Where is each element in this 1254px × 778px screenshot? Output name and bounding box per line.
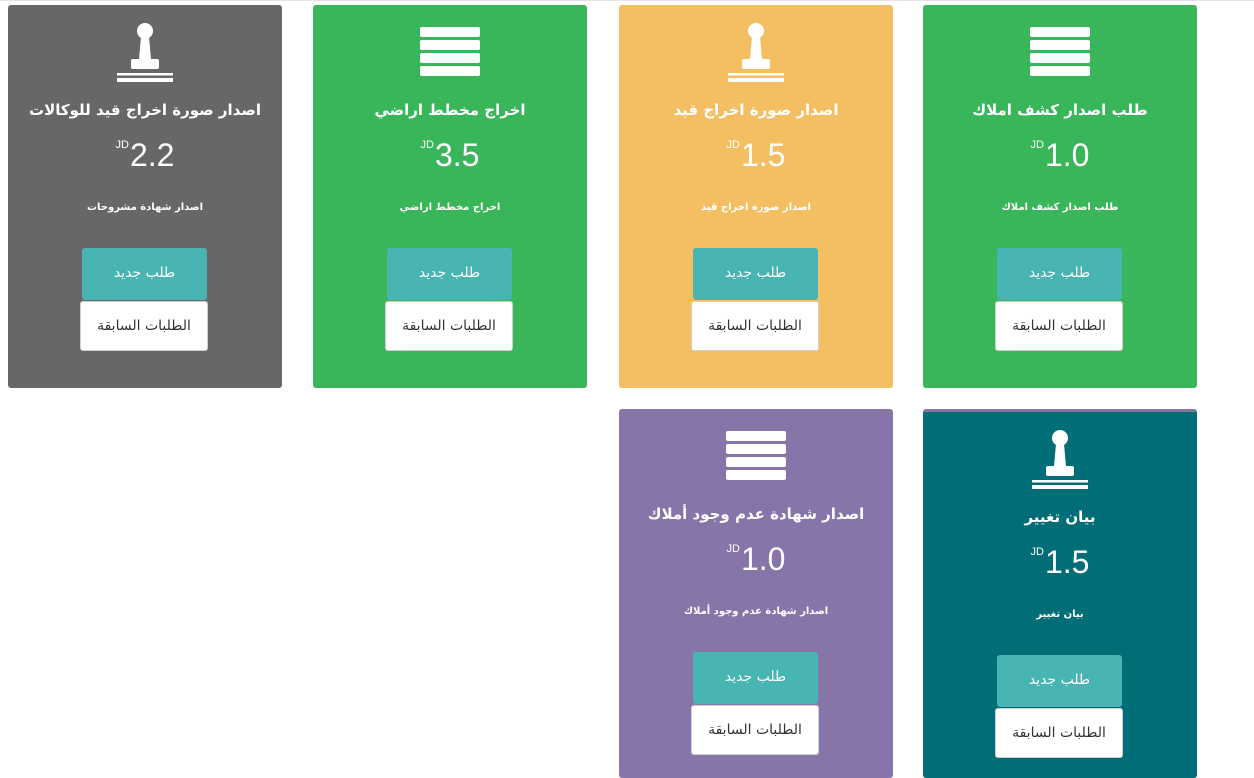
card-title: بيان تغيير bbox=[1024, 508, 1096, 526]
price-value: 2.2 bbox=[129, 137, 175, 173]
previous-requests-button[interactable]: الطلبات السابقة bbox=[995, 301, 1123, 351]
list-icon bbox=[619, 425, 893, 487]
stamp-icon bbox=[619, 21, 893, 83]
card-price: JD1.0 bbox=[923, 125, 1197, 175]
new-request-button[interactable]: طلب جديد bbox=[693, 652, 818, 704]
service-card-no-property-certificate: اصدار شهادة عدم وجود أملاك JD1.0 اصدار ش… bbox=[619, 409, 893, 778]
card-description: اصدار صورة اخراج قيد bbox=[701, 202, 811, 213]
card-description: اصدار شهادة مشروحات bbox=[86, 202, 204, 213]
card-price: JD1.0 bbox=[619, 529, 893, 579]
card-title: اصدار شهادة عدم وجود أملاك bbox=[647, 505, 865, 523]
previous-requests-button[interactable]: الطلبات السابقة bbox=[385, 301, 513, 351]
new-request-button[interactable]: طلب جديد bbox=[997, 655, 1122, 707]
previous-requests-button[interactable]: الطلبات السابقة bbox=[691, 301, 819, 351]
currency-label: JD bbox=[420, 139, 434, 151]
price-value: 1.0 bbox=[1044, 137, 1090, 173]
card-price: JD1.5 bbox=[923, 532, 1197, 582]
currency-label: JD bbox=[726, 139, 740, 151]
currency-label: JD bbox=[1030, 546, 1044, 558]
price-value: 1.5 bbox=[1044, 544, 1090, 580]
service-card-registry-copy: اصدار صورة اخراج قيد JD1.5 اصدار صورة اخ… bbox=[619, 5, 893, 388]
previous-requests-button[interactable]: الطلبات السابقة bbox=[691, 705, 819, 755]
service-card-change-statement: بيان تغيير JD1.5 بيان تغيير طلب جديد الط… bbox=[923, 409, 1197, 778]
stamp-icon bbox=[8, 21, 282, 83]
new-request-button[interactable]: طلب جديد bbox=[997, 248, 1122, 300]
card-title: اخراج مخطط اراضي bbox=[374, 101, 526, 119]
card-description: اصدار شهادة عدم وجود أملاك bbox=[683, 606, 829, 617]
card-title: اصدار صورة اخراج قيد للوكالات bbox=[29, 101, 261, 119]
service-card-agency-registry-copy: اصدار صورة اخراج قيد للوكالات JD2.2 اصدا… bbox=[8, 5, 282, 388]
currency-label: JD bbox=[726, 543, 740, 555]
currency-label: JD bbox=[1030, 139, 1044, 151]
previous-requests-button[interactable]: الطلبات السابقة bbox=[995, 708, 1123, 758]
card-price: JD1.5 bbox=[619, 125, 893, 175]
list-icon bbox=[923, 21, 1197, 83]
service-card-land-plan: اخراج مخطط اراضي JD3.5 اخراج مخطط اراضي … bbox=[313, 5, 587, 388]
list-icon bbox=[313, 21, 587, 83]
card-price: JD2.2 bbox=[8, 125, 282, 175]
card-title: طلب اصدار كشف املاك bbox=[972, 101, 1148, 119]
stamp-icon bbox=[923, 428, 1197, 490]
card-description: بيان تغيير bbox=[1036, 609, 1084, 620]
service-card-property-statement: طلب اصدار كشف املاك JD1.0 طلب اصدار كشف … bbox=[923, 5, 1197, 388]
card-description: طلب اصدار كشف املاك bbox=[1001, 202, 1119, 213]
currency-label: JD bbox=[115, 139, 129, 151]
card-description: اخراج مخطط اراضي bbox=[399, 202, 501, 213]
previous-requests-button[interactable]: الطلبات السابقة bbox=[80, 301, 208, 351]
price-value: 1.0 bbox=[740, 541, 786, 577]
new-request-button[interactable]: طلب جديد bbox=[387, 248, 512, 300]
new-request-button[interactable]: طلب جديد bbox=[82, 248, 207, 300]
card-title: اصدار صورة اخراج قيد bbox=[673, 101, 839, 119]
price-value: 3.5 bbox=[434, 137, 480, 173]
new-request-button[interactable]: طلب جديد bbox=[693, 248, 818, 300]
price-value: 1.5 bbox=[740, 137, 786, 173]
card-price: JD3.5 bbox=[313, 125, 587, 175]
